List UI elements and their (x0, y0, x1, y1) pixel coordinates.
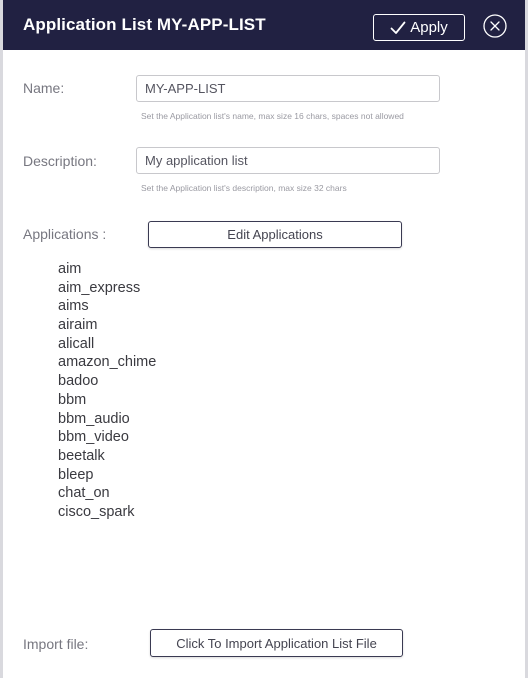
dialog-header: Application List MY-APP-LIST Apply (3, 0, 525, 50)
list-item: alicall (58, 335, 95, 352)
edit-applications-button[interactable]: Edit Applications (148, 221, 402, 248)
import-file-label: Import file: (23, 636, 89, 652)
name-input[interactable]: MY-APP-LIST (136, 75, 440, 102)
description-label: Description: (23, 153, 97, 169)
list-item: aim_express (58, 279, 141, 296)
apply-button-label: Apply (410, 19, 448, 36)
applications-list: aim aim_express aims airaim alicall amaz… (58, 260, 156, 522)
close-circle-icon (483, 14, 507, 38)
list-item: aims (58, 298, 89, 315)
checkmark-icon (390, 21, 406, 35)
close-button[interactable] (483, 14, 507, 38)
application-list-dialog: Application List MY-APP-LIST Apply Name:… (0, 0, 528, 678)
name-help-text: Set the Application list's name, max siz… (141, 111, 404, 121)
list-item: bbm (58, 391, 87, 408)
list-item: bbm_audio (58, 410, 130, 427)
list-item: beetalk (58, 447, 105, 464)
list-item: amazon_chime (58, 354, 157, 371)
name-label: Name: (23, 80, 65, 96)
list-item: cisco_spark (58, 503, 135, 520)
applications-label: Applications : (23, 226, 107, 242)
list-item: aim (58, 261, 82, 277)
list-item: badoo (58, 373, 99, 390)
import-file-button[interactable]: Click To Import Application List File (150, 629, 403, 657)
list-item: chat_on (58, 485, 110, 502)
dialog-title: Application List MY-APP-LIST (23, 15, 266, 34)
description-help-text: Set the Application list's description, … (141, 183, 347, 193)
apply-button[interactable]: Apply (373, 14, 465, 41)
list-item: airaim (58, 317, 98, 334)
description-input[interactable]: My application list (136, 147, 440, 174)
list-item: bleep (58, 466, 94, 483)
list-item: bbm_video (58, 429, 129, 446)
